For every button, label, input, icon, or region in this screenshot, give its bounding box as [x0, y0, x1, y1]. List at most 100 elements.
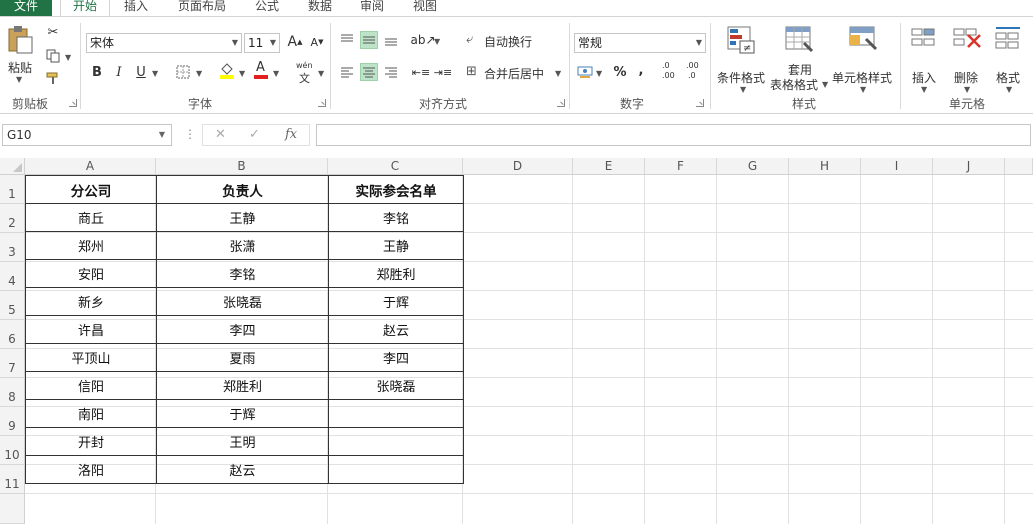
table-cell[interactable]: 开封: [25, 427, 157, 456]
font-color-button[interactable]: A: [252, 60, 270, 79]
table-cell[interactable]: 赵云: [156, 455, 329, 484]
orientation-dropdown-icon[interactable]: ▼: [434, 37, 440, 46]
row-header-2[interactable]: 2: [0, 204, 25, 233]
table-cell[interactable]: 许昌: [25, 315, 157, 344]
conditional-format-button[interactable]: ≠ 条件格式 ▼: [714, 25, 768, 94]
header-cell[interactable]: 实际参会名单: [328, 175, 464, 204]
align-middle-button[interactable]: [360, 31, 378, 49]
row-header-9[interactable]: 9: [0, 407, 25, 436]
align-bottom-button[interactable]: [382, 31, 400, 49]
orientation-button[interactable]: ab↗: [410, 31, 435, 49]
table-cell[interactable]: 张晓磊: [156, 287, 329, 316]
table-cell[interactable]: 南阳: [25, 399, 157, 428]
table-cell[interactable]: 李四: [156, 315, 329, 344]
row-header-10[interactable]: 10: [0, 436, 25, 465]
alignment-launcher-icon[interactable]: [557, 99, 565, 107]
underline-button[interactable]: U: [132, 63, 150, 81]
borders-button[interactable]: [174, 63, 192, 81]
table-cell[interactable]: 张潇: [156, 231, 329, 260]
cancel-icon[interactable]: ✕: [215, 127, 226, 142]
row-header-7[interactable]: 7: [0, 349, 25, 378]
tab-data[interactable]: 数据: [300, 0, 340, 16]
align-left-button[interactable]: [338, 63, 356, 81]
tab-formulas[interactable]: 公式: [247, 0, 287, 16]
table-cell[interactable]: [328, 427, 464, 456]
phonetic-button[interactable]: wén 文: [295, 61, 317, 85]
column-header-i[interactable]: I: [861, 158, 933, 175]
wrap-text-button[interactable]: ⤶ 自动换行: [466, 31, 546, 51]
table-cell[interactable]: 张晓磊: [328, 371, 464, 400]
table-cell[interactable]: 王静: [156, 203, 329, 232]
table-cell[interactable]: 李四: [328, 343, 464, 372]
column-header-g[interactable]: G: [717, 158, 789, 175]
percent-button[interactable]: %: [611, 63, 629, 81]
table-cell[interactable]: 洛阳: [25, 455, 157, 484]
tab-review[interactable]: 审阅: [352, 0, 392, 16]
comma-button[interactable]: ,: [632, 61, 650, 79]
column-header-e[interactable]: E: [573, 158, 645, 175]
row-header-8[interactable]: 8: [0, 378, 25, 407]
formula-input[interactable]: [316, 124, 1031, 146]
increase-indent-button[interactable]: ⇥≡: [434, 63, 452, 81]
fill-color-button[interactable]: [218, 61, 236, 79]
column-header-j[interactable]: J: [933, 158, 1005, 175]
tab-home[interactable]: 开始: [60, 0, 110, 16]
formula-bar-resize-icon[interactable]: ⋮: [184, 127, 196, 141]
header-cell[interactable]: 负责人: [156, 175, 329, 204]
underline-dropdown-icon[interactable]: ▼: [152, 69, 158, 78]
format-as-table-button[interactable]: 套用 表格格式 ▼: [768, 25, 830, 92]
italic-button[interactable]: I: [110, 63, 128, 81]
column-header-d[interactable]: D: [463, 158, 573, 175]
align-center-button[interactable]: [360, 63, 378, 81]
format-painter-button[interactable]: [44, 69, 62, 87]
copy-dropdown-icon[interactable]: ▼: [65, 53, 71, 62]
table-cell[interactable]: 李铭: [156, 259, 329, 288]
merge-center-button[interactable]: ⊞ 合并后居中 ▼: [466, 63, 566, 83]
row-header-5[interactable]: 5: [0, 291, 25, 320]
header-cell[interactable]: 分公司: [25, 175, 157, 204]
copy-button[interactable]: [44, 47, 62, 65]
table-cell[interactable]: 郑胜利: [156, 371, 329, 400]
borders-dropdown-icon[interactable]: ▼: [196, 69, 202, 78]
decrease-decimal-button[interactable]: .00 .0: [684, 61, 704, 83]
delete-cells-button[interactable]: 删除 ▼: [946, 25, 988, 94]
row-header-6[interactable]: 6: [0, 320, 25, 349]
table-cell[interactable]: 夏雨: [156, 343, 329, 372]
increase-decimal-button[interactable]: .0 .00: [660, 61, 680, 83]
row-header-3[interactable]: 3: [0, 233, 25, 262]
align-top-button[interactable]: [338, 31, 356, 49]
row-header-4[interactable]: 4: [0, 262, 25, 291]
table-cell[interactable]: [328, 455, 464, 484]
table-cell[interactable]: 王明: [156, 427, 329, 456]
insert-cells-button[interactable]: 插入 ▼: [906, 25, 942, 94]
select-all-corner[interactable]: [0, 158, 25, 175]
table-cell[interactable]: 郑胜利: [328, 259, 464, 288]
name-box[interactable]: G10 ▼: [2, 124, 172, 146]
paste-button[interactable]: 粘贴 ▼: [4, 25, 36, 87]
table-cell[interactable]: 新乡: [25, 287, 157, 316]
font-size-combo[interactable]: 11 ▼: [244, 33, 280, 53]
clipboard-launcher-icon[interactable]: [69, 99, 77, 107]
grow-font-button[interactable]: A ▲: [286, 33, 304, 51]
tab-view[interactable]: 视图: [405, 0, 445, 16]
table-cell[interactable]: 平顶山: [25, 343, 157, 372]
insert-function-icon[interactable]: fx: [285, 127, 297, 142]
column-header-c[interactable]: C: [328, 158, 463, 175]
table-cell[interactable]: 于辉: [328, 287, 464, 316]
accounting-dropdown-icon[interactable]: ▼: [596, 69, 602, 78]
number-launcher-icon[interactable]: [696, 99, 704, 107]
tab-file[interactable]: 文件: [0, 0, 52, 16]
tab-insert[interactable]: 插入: [114, 0, 158, 16]
table-cell[interactable]: 安阳: [25, 259, 157, 288]
cut-button[interactable]: ✂: [44, 23, 62, 41]
table-cell[interactable]: 赵云: [328, 315, 464, 344]
table-cell[interactable]: 王静: [328, 231, 464, 260]
row-header-11[interactable]: 11: [0, 465, 25, 494]
font-launcher-icon[interactable]: [318, 99, 326, 107]
table-cell[interactable]: 商丘: [25, 203, 157, 232]
format-cells-button[interactable]: 格式 ▼: [992, 25, 1028, 94]
font-color-dropdown-icon[interactable]: ▼: [273, 69, 279, 78]
enter-icon[interactable]: ✓: [249, 127, 260, 142]
table-cell[interactable]: [328, 399, 464, 428]
column-header-h[interactable]: H: [789, 158, 861, 175]
